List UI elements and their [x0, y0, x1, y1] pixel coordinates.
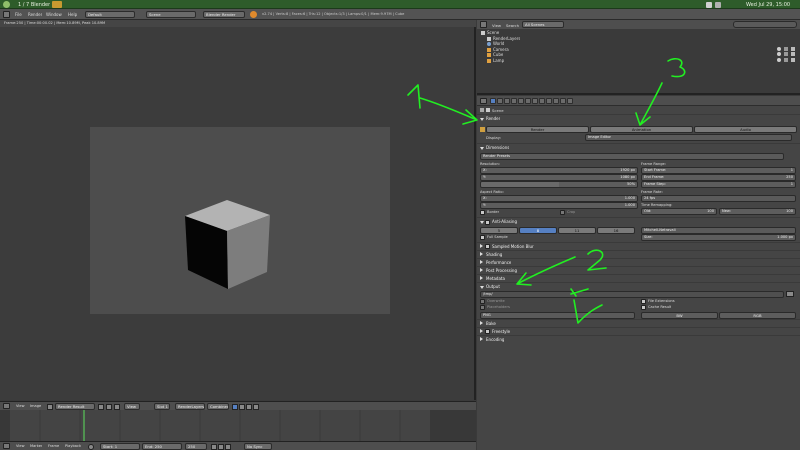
annotation-check-mark — [570, 288, 603, 324]
annotation-number-1 — [407, 84, 421, 109]
annotation-arrow-3 — [635, 82, 663, 126]
annotation-overlay — [407, 58, 686, 324]
annotation-arrow-2 — [516, 256, 576, 286]
annotation-arrow-1 — [419, 97, 478, 125]
annotation-number-3 — [667, 58, 686, 78]
annotation-number-2 — [587, 249, 607, 271]
